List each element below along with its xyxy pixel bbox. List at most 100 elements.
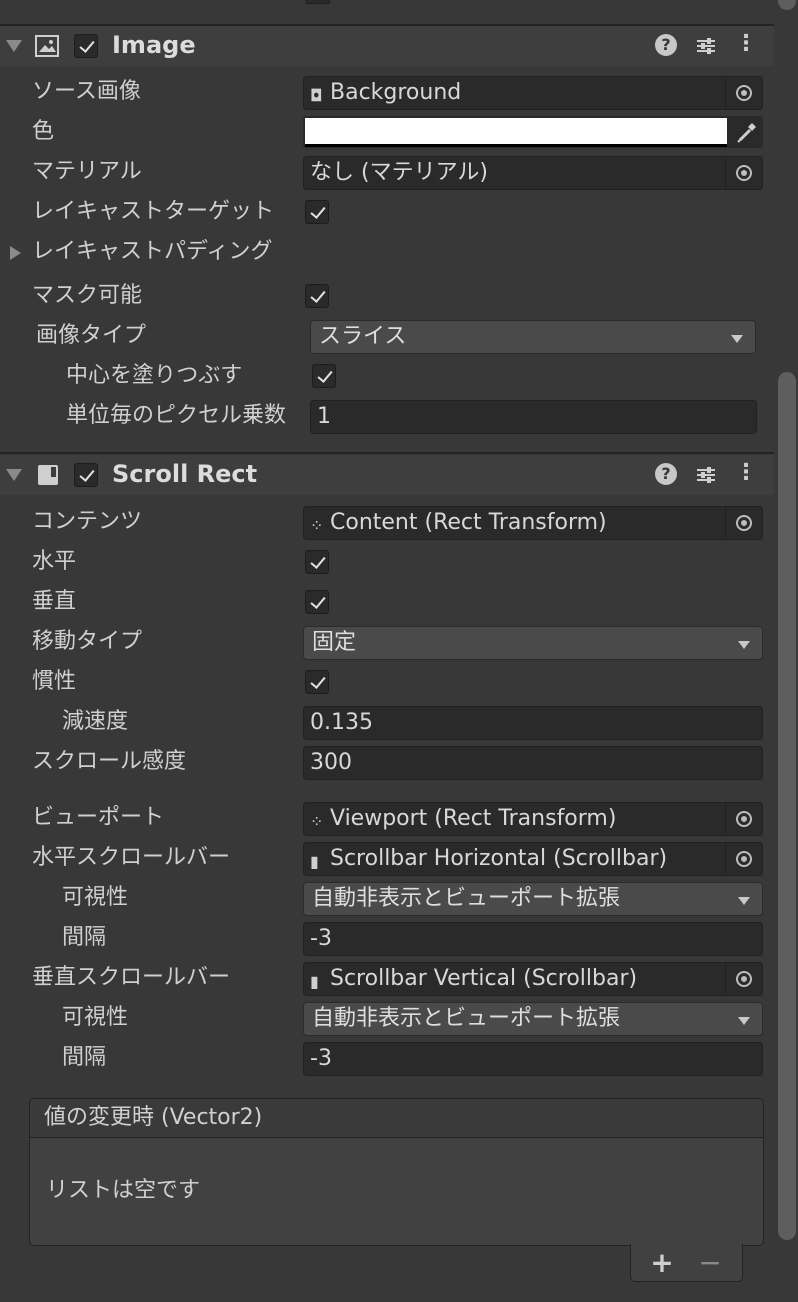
object-picker-icon[interactable] (725, 843, 762, 875)
more-options-icon[interactable]: ⋮ (733, 459, 759, 487)
source-image-field[interactable]: ◘ Background (303, 76, 763, 110)
v-scrollbar-field[interactable]: ▮ Scrollbar Vertical (Scrollbar) (303, 962, 763, 996)
chevron-down-icon (738, 897, 750, 905)
fill-center-checkbox[interactable] (312, 364, 336, 388)
pixels-per-unit-input[interactable]: 1 (310, 400, 757, 434)
on-value-changed-event: 値の変更時 (Vector2) リストは空です (29, 1098, 764, 1246)
h-spacing-label: 間隔 (62, 925, 107, 950)
image-component-header[interactable]: Image ? ⋮ (0, 26, 774, 66)
h-visibility-dropdown[interactable]: 自動非表示とビューポート拡張 (303, 882, 763, 916)
viewport-field[interactable]: ⁘ Viewport (Rect Transform) (303, 802, 763, 836)
content-label: コンテンツ (32, 509, 143, 534)
v-visibility-label: 可視性 (62, 1005, 129, 1030)
top-checkbox-remnant (306, 0, 330, 4)
object-picker-icon[interactable] (725, 803, 762, 835)
h-visibility-value: 自動非表示とビューポート拡張 (312, 886, 621, 911)
maskable-label: マスク可能 (32, 283, 143, 308)
presets-sliders-icon[interactable] (694, 463, 718, 487)
scroll-rect-component-header[interactable]: Scroll Rect ? ⋮ (0, 455, 774, 495)
scroll-sensitivity-input[interactable]: 300 (303, 746, 763, 780)
add-event-button[interactable]: + (649, 1246, 675, 1280)
v-spacing-label: 間隔 (62, 1045, 107, 1070)
viewport-label: ビューポート (32, 805, 165, 830)
color-swatch (305, 118, 727, 147)
h-scrollbar-field[interactable]: ▮ Scrollbar Horizontal (Scrollbar) (303, 842, 763, 876)
inertia-checkbox[interactable] (305, 670, 329, 694)
v-visibility-value: 自動非表示とビューポート拡張 (312, 1006, 621, 1031)
vertical-label: 垂直 (32, 589, 77, 614)
sprite-icon: ◘ (310, 86, 323, 105)
event-title: 値の変更時 (Vector2) (44, 1105, 263, 1130)
event-header: 値の変更時 (Vector2) (30, 1099, 763, 1138)
v-scrollbar-value: Scrollbar Vertical (Scrollbar) (330, 966, 638, 991)
foldout-arrow-icon[interactable] (6, 40, 22, 52)
image-type-dropdown[interactable]: スライス (310, 320, 756, 354)
image-component-title: Image (112, 31, 196, 59)
color-field[interactable] (303, 116, 763, 148)
image-enabled-checkbox[interactable] (74, 34, 98, 58)
viewport-value: Viewport (Rect Transform) (330, 806, 617, 831)
scrollbar-icon: ▮ (310, 972, 319, 991)
horizontal-checkbox[interactable] (305, 550, 329, 574)
raycast-target-label: レイキャストターゲット (32, 199, 275, 224)
rect-transform-icon: ⁘ (310, 812, 324, 831)
material-value: なし (マテリアル) (310, 160, 488, 185)
inertia-label: 慣性 (32, 669, 77, 694)
pixels-per-unit-label: 単位毎のピクセル乗数 (66, 403, 287, 428)
scrollbar-icon: ▮ (310, 852, 319, 871)
source-image-label: ソース画像 (32, 79, 141, 104)
scroll-sensitivity-label: スクロール感度 (32, 749, 187, 774)
chevron-down-icon (731, 335, 743, 343)
movement-type-label: 移動タイプ (32, 629, 143, 654)
horizontal-label: 水平 (32, 549, 77, 574)
event-empty-text: リストは空です (46, 1178, 201, 1203)
presets-sliders-icon[interactable] (694, 34, 718, 58)
scroll-rect-enabled-checkbox[interactable] (74, 463, 98, 487)
content-value: Content (Rect Transform) (330, 510, 607, 535)
h-scrollbar-label: 水平スクロールバー (32, 845, 231, 870)
help-icon[interactable]: ? (655, 34, 677, 56)
scrollbar-thumb[interactable] (778, 372, 796, 1240)
fill-center-label: 中心を塗りつぶす (66, 363, 243, 388)
raycast-padding-label[interactable]: レイキャストパディング (32, 236, 272, 268)
object-picker-icon[interactable] (725, 507, 762, 539)
separator-scroll-rect (0, 452, 774, 454)
scroll-rect-component-icon (36, 463, 60, 487)
v-visibility-dropdown[interactable]: 自動非表示とビューポート拡張 (303, 1002, 763, 1036)
vertical-checkbox[interactable] (305, 590, 329, 614)
raycast-target-checkbox[interactable] (305, 200, 329, 224)
material-label: マテリアル (32, 159, 142, 184)
movement-type-dropdown[interactable]: 固定 (303, 626, 763, 660)
event-footer-buttons: + − (630, 1244, 743, 1282)
h-spacing-input[interactable]: -3 (303, 922, 763, 956)
inspector-scrollbar[interactable] (776, 0, 798, 1302)
maskable-checkbox[interactable] (305, 284, 329, 308)
object-picker-icon[interactable] (725, 963, 762, 995)
color-label: 色 (32, 119, 55, 144)
chevron-down-icon (738, 1017, 750, 1025)
more-options-icon[interactable]: ⋮ (733, 30, 759, 58)
deceleration-label: 減速度 (62, 709, 129, 734)
object-picker-icon[interactable] (725, 77, 762, 109)
scroll-rect-component-title: Scroll Rect (112, 460, 258, 488)
rect-transform-icon: ⁘ (310, 516, 324, 535)
chevron-down-icon (738, 641, 750, 649)
object-picker-icon[interactable] (725, 157, 762, 189)
raycast-padding-foldout-icon[interactable] (10, 246, 21, 260)
image-type-value: スライス (319, 324, 407, 349)
content-field[interactable]: ⁘ Content (Rect Transform) (303, 506, 763, 540)
eyedropper-icon[interactable] (731, 118, 761, 146)
h-visibility-label: 可視性 (62, 885, 129, 910)
movement-type-value: 固定 (312, 630, 357, 655)
help-icon[interactable]: ? (655, 463, 677, 485)
v-scrollbar-label: 垂直スクロールバー (32, 965, 231, 990)
source-image-value: Background (330, 80, 462, 105)
v-spacing-input[interactable]: -3 (303, 1042, 763, 1076)
h-scrollbar-value: Scrollbar Horizontal (Scrollbar) (330, 846, 668, 871)
material-field[interactable]: なし (マテリアル) (303, 156, 763, 190)
remove-event-button[interactable]: − (697, 1246, 723, 1280)
deceleration-input[interactable]: 0.135 (303, 706, 763, 740)
foldout-arrow-icon[interactable] (6, 469, 22, 481)
scrollbar-thumb-top[interactable] (778, 0, 796, 10)
image-component-icon (34, 34, 60, 58)
